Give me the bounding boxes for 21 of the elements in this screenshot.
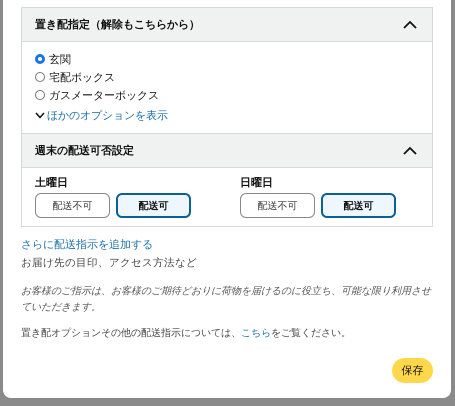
day-label: 土曜日: [35, 175, 69, 190]
section-header[interactable]: 置き配指定（解除もこちらから）: [22, 8, 432, 42]
section-header[interactable]: 週末の配送可否設定: [22, 133, 432, 168]
add-instructions-link[interactable]: さらに配送指示を追加する: [21, 237, 433, 252]
here-link[interactable]: こちら: [241, 328, 271, 339]
hint-text: お届け先の目印、アクセス方法など: [21, 256, 198, 270]
section-title: 週末の配送可否設定: [35, 143, 134, 158]
save-button[interactable]: 保存: [392, 358, 433, 383]
day-label: 日曜日: [240, 175, 274, 190]
chevron-down-icon: [35, 112, 45, 119]
toggle-button[interactable]: 配送可: [321, 193, 396, 218]
toggle-button[interactable]: 配送不可: [240, 193, 315, 218]
radio-option[interactable]: ガスメーターボックス: [35, 86, 159, 104]
radio-option[interactable]: 宅配ボックス: [35, 68, 115, 86]
show-more-link[interactable]: ほかのオプションを表示: [35, 108, 168, 123]
radio-option[interactable]: 玄関: [35, 50, 71, 68]
toggle-button[interactable]: 配送不可: [35, 193, 110, 218]
toggle-button[interactable]: 配送可: [116, 193, 191, 218]
section-title: 置き配指定（解除もこちらから）: [35, 17, 200, 32]
note-text: お客様のご指示は、お客様のご期待どおりに荷物を届けるのに役立ち、可能な限り利用させていただきます。: [21, 284, 433, 315]
info-text: 置き配オプションその他の配送指示については、こちら をご覧ください。: [21, 326, 352, 340]
